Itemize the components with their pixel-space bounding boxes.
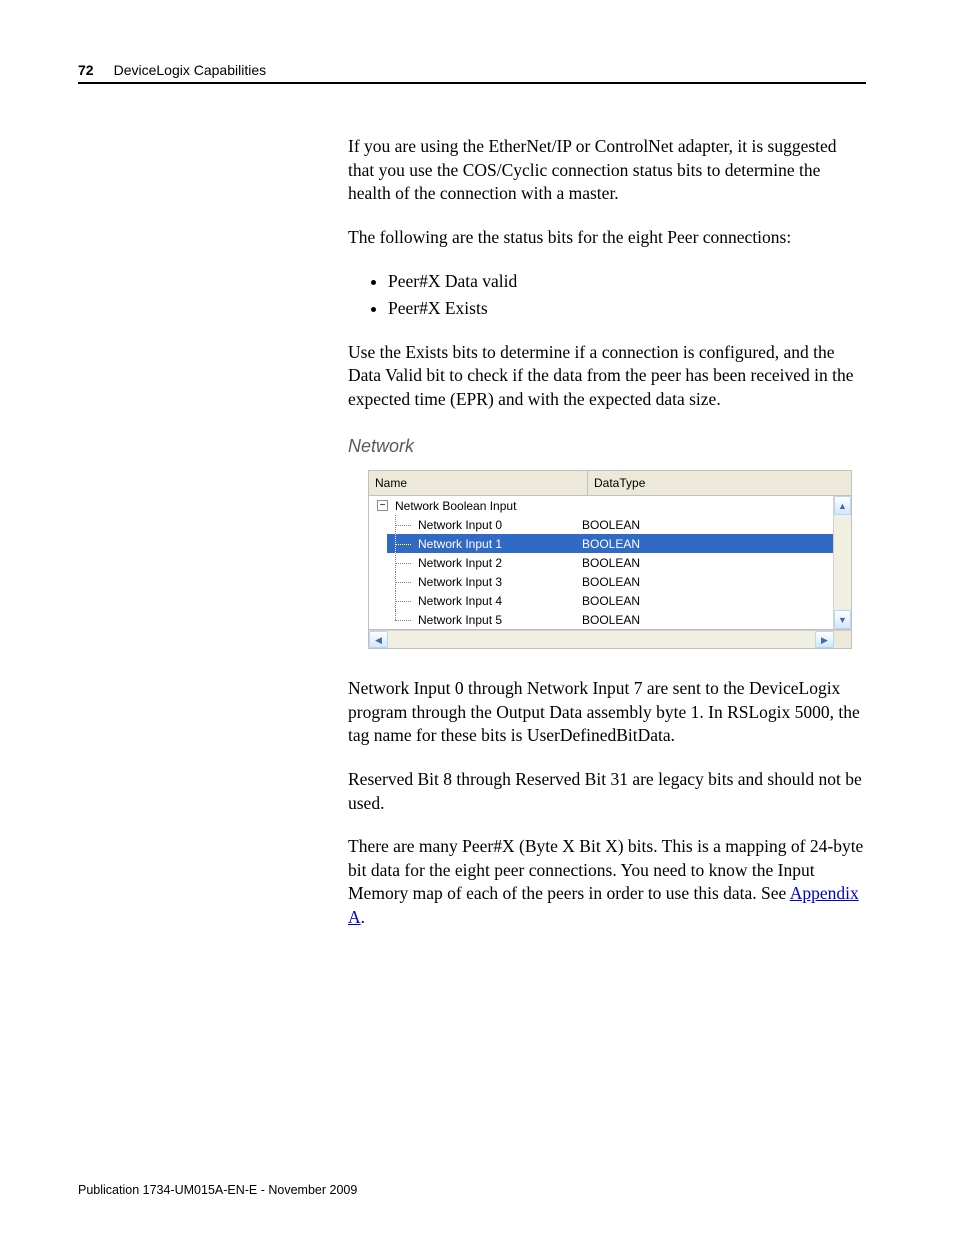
tree-item-label: Network Input 1 bbox=[415, 535, 579, 553]
vertical-scrollbar[interactable]: ▲ ▼ bbox=[833, 496, 851, 629]
tree-item-datatype: BOOLEAN bbox=[579, 592, 643, 610]
tree-item-datatype: BOOLEAN bbox=[579, 516, 643, 534]
scroll-right-icon[interactable]: ▶ bbox=[815, 631, 834, 648]
tree-line-icon bbox=[387, 610, 415, 629]
paragraph: If you are using the EtherNet/IP or Cont… bbox=[348, 135, 866, 206]
paragraph-text: There are many Peer#X (Byte X Bit X) bit… bbox=[348, 836, 863, 903]
tree-line-icon bbox=[387, 572, 415, 591]
tree-line-icon bbox=[387, 534, 415, 553]
tree-row[interactable]: Network Input 4 BOOLEAN bbox=[369, 591, 833, 610]
section-heading-network: Network bbox=[348, 434, 866, 458]
tree-line-icon bbox=[387, 515, 415, 534]
tree-item-label: Network Input 4 bbox=[415, 592, 579, 610]
scroll-corner bbox=[834, 631, 851, 648]
bullet-list: Peer#X Data valid Peer#X Exists bbox=[348, 270, 866, 321]
tree-item-datatype: BOOLEAN bbox=[579, 611, 643, 629]
tree-item-label: Network Input 5 bbox=[415, 611, 579, 629]
tree-line-icon bbox=[387, 553, 415, 572]
tree-row[interactable]: Network Input 2 BOOLEAN bbox=[369, 553, 833, 572]
scroll-track[interactable] bbox=[388, 631, 815, 648]
paragraph: There are many Peer#X (Byte X Bit X) bit… bbox=[348, 835, 866, 930]
tree-item-datatype: BOOLEAN bbox=[579, 573, 643, 591]
scroll-down-icon[interactable]: ▼ bbox=[834, 610, 851, 629]
page-number: 72 bbox=[78, 62, 94, 78]
header-title: DeviceLogix Capabilities bbox=[114, 62, 267, 78]
tree-row[interactable]: Network Input 5 BOOLEAN bbox=[369, 610, 833, 629]
tree-item-label: Network Input 0 bbox=[415, 516, 579, 534]
paragraph: Use the Exists bits to determine if a co… bbox=[348, 341, 866, 412]
tree-row[interactable]: Network Input 3 BOOLEAN bbox=[369, 572, 833, 591]
list-item: Peer#X Exists bbox=[388, 297, 866, 321]
tree-row[interactable]: Network Input 0 BOOLEAN bbox=[369, 515, 833, 534]
tree-parent-label: Network Boolean Input bbox=[392, 497, 519, 515]
paragraph: Network Input 0 through Network Input 7 … bbox=[348, 677, 866, 748]
tree-item-label: Network Input 2 bbox=[415, 554, 579, 572]
column-header-datatype[interactable]: DataType bbox=[588, 471, 851, 495]
tree-body: − Network Boolean Input Network Input 0 … bbox=[369, 496, 833, 629]
tree-line-icon bbox=[387, 591, 415, 610]
collapse-icon[interactable]: − bbox=[377, 500, 388, 511]
horizontal-scrollbar[interactable]: ◀ ▶ bbox=[368, 630, 852, 649]
main-content: If you are using the EtherNet/IP or Cont… bbox=[348, 135, 866, 950]
paragraph: The following are the status bits for th… bbox=[348, 226, 866, 250]
page-header: 72 DeviceLogix Capabilities bbox=[78, 62, 866, 84]
list-item: Peer#X Data valid bbox=[388, 270, 866, 294]
paragraph-text: . bbox=[361, 907, 365, 927]
paragraph: Reserved Bit 8 through Reserved Bit 31 a… bbox=[348, 768, 866, 815]
column-header-name[interactable]: Name bbox=[369, 471, 588, 495]
publication-footer: Publication 1734-UM015A-EN-E - November … bbox=[78, 1183, 357, 1197]
tree-item-datatype: BOOLEAN bbox=[579, 554, 643, 572]
scroll-left-icon[interactable]: ◀ bbox=[369, 631, 388, 648]
tree-item-label: Network Input 3 bbox=[415, 573, 579, 591]
tree-header: Name DataType bbox=[368, 470, 852, 496]
scroll-track[interactable] bbox=[834, 515, 851, 610]
scroll-up-icon[interactable]: ▲ bbox=[834, 496, 851, 515]
tree-parent-row[interactable]: − Network Boolean Input bbox=[369, 496, 833, 515]
tree-row[interactable]: Network Input 1 BOOLEAN bbox=[369, 534, 833, 553]
tree-item-datatype: BOOLEAN bbox=[579, 535, 833, 553]
tag-tree-screenshot: Name DataType − Network Boolean Input Ne… bbox=[368, 470, 852, 649]
